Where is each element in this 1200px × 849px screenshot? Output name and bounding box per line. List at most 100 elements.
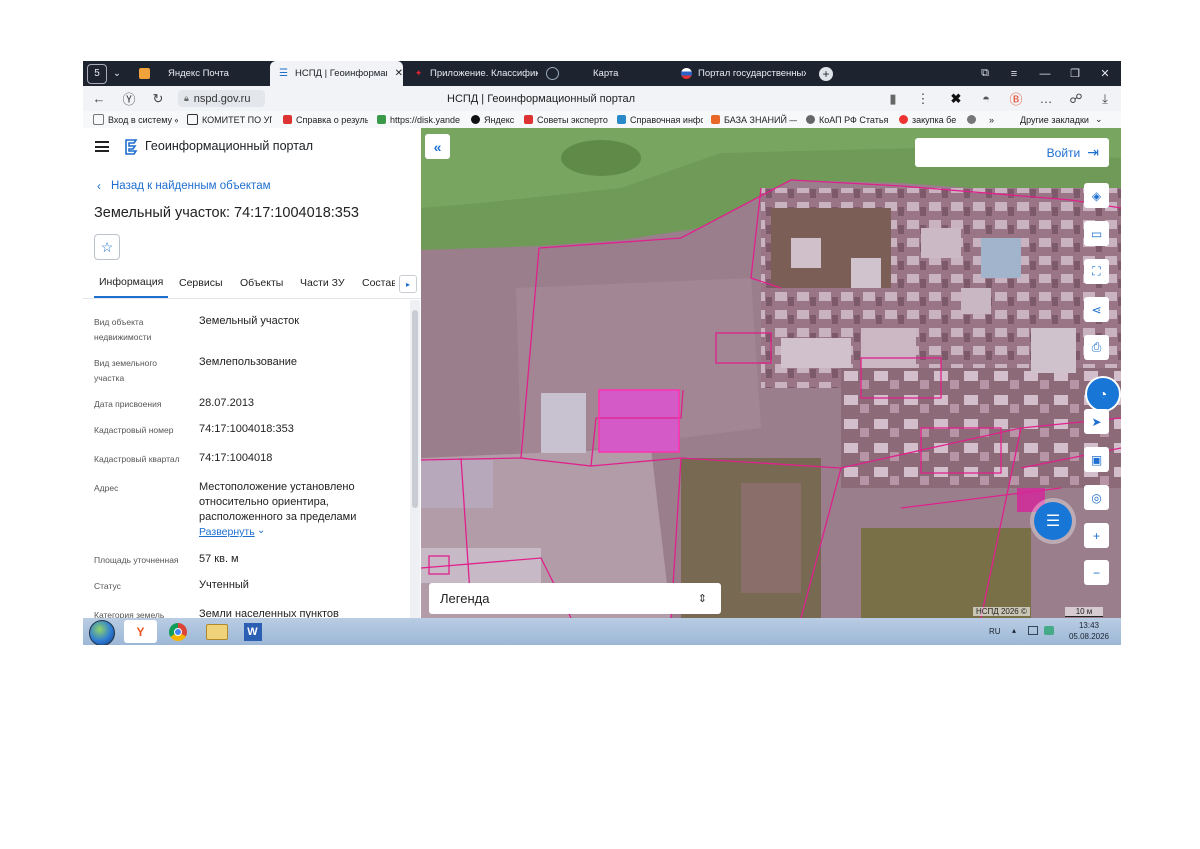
tab-map[interactable]: Карта: [546, 61, 666, 86]
plus-icon: +: [1092, 528, 1100, 543]
expand-address-link[interactable]: Развернуть: [199, 526, 255, 538]
close-tab-icon[interactable]: ✕: [395, 68, 403, 79]
bookmark-item[interactable]: Справочная инфо: [617, 111, 703, 128]
minimize-button[interactable]: —: [1031, 61, 1059, 86]
field-label: Статус: [94, 581, 121, 591]
share-button[interactable]: ⋖: [1084, 297, 1109, 322]
new-tab-button[interactable]: +: [819, 61, 835, 86]
tab-consultant[interactable]: ✦ Приложение. Классифик: [413, 61, 538, 86]
yandex-browser-menu-icon[interactable]: 5: [87, 61, 107, 86]
minimap-button[interactable]: ▣: [1084, 447, 1109, 472]
bookmark-item[interactable]: закупка бе: [899, 111, 961, 128]
consultant-icon: ✦: [414, 68, 423, 78]
hamburger-menu-icon[interactable]: [95, 141, 109, 152]
collapse-panel-button[interactable]: «: [425, 134, 450, 159]
star-icon: ☆: [100, 238, 114, 255]
tab-objects[interactable]: Объекты: [240, 268, 283, 298]
object-title: Земельный участок: 74:17:1004018:353: [94, 205, 359, 221]
chrome-taskbar-icon[interactable]: [161, 620, 194, 643]
bookmark-label: https://disk.yande: [390, 114, 461, 125]
caret-right-icon: ▸: [405, 279, 410, 289]
print-button[interactable]: ⎙: [1084, 335, 1109, 360]
extension-hat-icon[interactable]: ◓: [974, 86, 998, 111]
area-select-button[interactable]: ⛶: [1084, 259, 1109, 284]
extension-b-icon[interactable]: Ⓑ: [1004, 86, 1028, 111]
layers-button[interactable]: ◈: [1084, 183, 1109, 208]
ruler-button[interactable]: ▭: [1084, 221, 1109, 246]
address-bar-row: ← Ⓨ ↻ 🔒︎ nspd.gov.ru НСПД | Геоинформаци…: [83, 86, 1121, 111]
back-arrow-icon[interactable]: ←: [87, 86, 111, 111]
word-taskbar-icon[interactable]: W: [236, 620, 269, 643]
bookmark-item[interactable]: [967, 111, 977, 128]
explorer-taskbar-icon[interactable]: [200, 620, 233, 643]
tab-nspd[interactable]: ☰ НСПД | Геоинформаци ✕: [270, 61, 403, 86]
other-bookmarks[interactable]: Другие закладки ⌄: [1020, 111, 1115, 128]
tab-parts[interactable]: Части ЗУ: [300, 268, 345, 298]
bookmark-item[interactable]: КоАП РФ Статья: [806, 111, 888, 128]
tab-label: Состав: [362, 277, 395, 289]
geolocation-button[interactable]: ◎: [1084, 485, 1109, 510]
network-icon[interactable]: [1028, 626, 1038, 635]
bookmark-item[interactable]: КОМИТЕТ ПО УП: [187, 111, 272, 128]
tab-sync-icon[interactable]: ⧉: [971, 61, 999, 86]
tray-arrow-icon[interactable]: ▴: [1012, 626, 1016, 635]
tab-composition[interactable]: Состав: [362, 268, 395, 298]
tab-label: Информация: [99, 276, 164, 288]
maximize-button[interactable]: ❐: [1061, 61, 1089, 86]
url-field[interactable]: 🔒︎ nspd.gov.ru: [178, 90, 265, 107]
login-button[interactable]: Войти ⇥: [915, 138, 1109, 167]
login-label: Войти: [1046, 145, 1081, 160]
clock-time[interactable]: 13:43: [1065, 621, 1113, 630]
yandex-icon: [471, 115, 480, 124]
bookmarks-bar: Вход в систему « КОМИТЕТ ПО УП Справка о…: [83, 111, 1121, 129]
menu-icon[interactable]: ≡: [1000, 61, 1028, 86]
reload-icon[interactable]: ↻: [146, 86, 170, 111]
zoom-out-button[interactable]: −: [1084, 560, 1109, 585]
back-to-results-link[interactable]: ‹ Назад к найденным объектам: [97, 179, 271, 193]
bookmark-icon[interactable]: ▮: [881, 86, 905, 111]
collections-icon[interactable]: ☍: [1064, 86, 1088, 111]
close-window-button[interactable]: ✕: [1091, 61, 1119, 86]
extensions-more-icon[interactable]: …: [1034, 86, 1058, 111]
legend-dropdown[interactable]: Легенда ⇕: [429, 583, 721, 614]
yandex-icon: [899, 115, 908, 124]
start-button[interactable]: [89, 620, 115, 645]
consultant-icon: [524, 115, 533, 124]
bookmark-item[interactable]: https://disk.yande: [377, 111, 461, 128]
url-text: nspd.gov.ru: [193, 92, 251, 105]
tabs-dropdown-icon[interactable]: ⌄: [113, 61, 127, 86]
yandex-icon[interactable]: Ⓨ: [117, 86, 141, 111]
more-vert-icon[interactable]: ⋮: [911, 86, 935, 111]
site-icon: [967, 115, 976, 124]
chat-button[interactable]: ☰: [1034, 502, 1072, 540]
chevron-down-icon[interactable]: ⌄: [257, 525, 265, 536]
bookmark-item[interactable]: Яндекс: [471, 111, 523, 128]
bookmark-item[interactable]: Справка о резуль: [283, 111, 368, 128]
locate-button[interactable]: ➤: [1084, 409, 1109, 434]
location-pin-icon: ◎: [1091, 490, 1102, 505]
clock-date[interactable]: 05.08.2026: [1065, 632, 1113, 641]
tab-services[interactable]: Сервисы: [179, 268, 223, 298]
language-indicator[interactable]: RU: [989, 627, 1001, 636]
gosuslugi-feedback-button[interactable]: ◔: [1085, 376, 1121, 412]
bookmark-item[interactable]: Советы эксперто: [524, 111, 609, 128]
tab-yandex-mail[interactable]: Яндекс Почта: [139, 61, 269, 86]
field-value: Учтенный: [199, 579, 249, 591]
map-view[interactable]: « Войти ⇥ ◈ ▭ ⛶ ⋖ ⎙ ◔ ➤ ▣ ◎ + − ☰ Легенд…: [421, 128, 1121, 618]
yandex-browser-taskbar-icon[interactable]: Y: [124, 620, 157, 643]
tabs-scroll-right-button[interactable]: ▸: [399, 275, 417, 293]
bookmark-item[interactable]: БАЗА ЗНАНИЙ —: [711, 111, 797, 128]
extension-icon[interactable]: ✖: [944, 86, 968, 111]
security-icon[interactable]: [1044, 626, 1054, 635]
zoom-in-button[interactable]: +: [1084, 523, 1109, 548]
favorite-star-button[interactable]: ☆: [94, 234, 120, 260]
bookmark-item[interactable]: Вход в систему «: [93, 111, 178, 128]
lock-icon: 🔒︎: [184, 93, 189, 103]
tab-gosuslugi[interactable]: Портал государственных: [681, 61, 806, 86]
more-bookmarks-icon[interactable]: »: [989, 111, 1001, 128]
panel-scroll-thumb[interactable]: [412, 310, 418, 508]
field-label: Дата присвоения: [94, 399, 162, 409]
download-icon[interactable]: ⤓: [1093, 86, 1117, 111]
tab-information[interactable]: Информация: [94, 268, 169, 298]
bookmark-label: БАЗА ЗНАНИЙ —: [724, 114, 797, 125]
